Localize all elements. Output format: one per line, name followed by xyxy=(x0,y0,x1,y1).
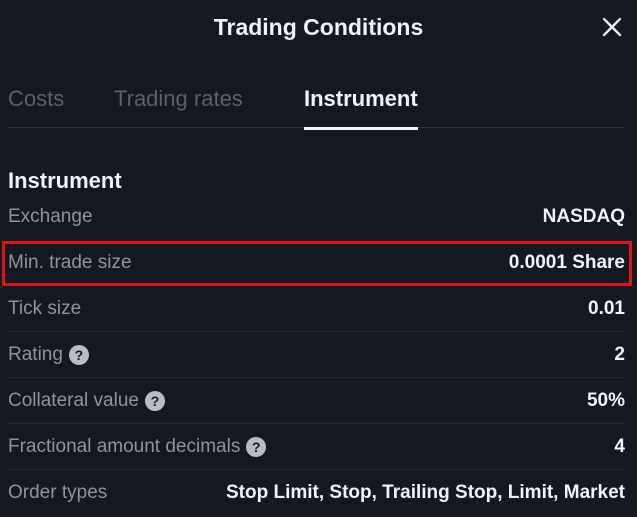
row-label-text: Order types xyxy=(8,482,108,503)
row-value: 2 xyxy=(614,343,625,365)
row-value: 0.0001 Share xyxy=(508,251,625,273)
row-value: Stop Limit, Stop, Trailing Stop, Limit, … xyxy=(225,482,625,503)
row-label-text: Tick size xyxy=(8,297,82,319)
row-order-types: Order types Stop Limit, Stop, Trailing S… xyxy=(8,470,625,516)
row-label-text: Min. trade size xyxy=(8,251,132,273)
row-collateral-value: Collateral value? 50% xyxy=(8,378,625,424)
row-label: Tick size xyxy=(8,298,81,320)
row-label: Exchange xyxy=(8,206,93,228)
section-title: Instrument xyxy=(8,168,122,193)
row-label: Rating? xyxy=(8,344,89,366)
row-min-trade-size: Min. trade size 0.0001 Share xyxy=(8,240,625,286)
row-label-text: Rating xyxy=(8,343,63,365)
row-exchange: Exchange NASDAQ xyxy=(8,194,625,240)
row-label: Min. trade size xyxy=(8,252,132,274)
row-tick-size: Tick size 0.01 xyxy=(8,286,625,332)
row-value: 4 xyxy=(614,435,625,457)
row-value: 0.01 xyxy=(588,297,625,319)
help-icon[interactable]: ? xyxy=(246,436,267,457)
tab-instrument[interactable]: Instrument xyxy=(304,82,418,130)
row-value: NASDAQ xyxy=(542,206,625,227)
row-label: Order types xyxy=(8,482,107,504)
row-fractional-amount-decimals: Fractional amount decimals? 4 xyxy=(8,424,625,470)
dialog-title: Trading Conditions xyxy=(213,14,424,40)
row-label-text: Collateral value xyxy=(8,389,139,411)
tab-trading-rates[interactable]: Trading rates xyxy=(114,82,243,128)
trading-conditions-dialog: Trading Conditions Costs Trading rates I… xyxy=(0,0,637,517)
row-label-text: Fractional amount decimals xyxy=(8,435,241,457)
row-rating: Rating? 2 xyxy=(8,332,625,378)
help-icon[interactable]: ? xyxy=(144,390,165,411)
close-icon[interactable] xyxy=(601,16,623,38)
tab-bar: Costs Trading rates Instrument xyxy=(8,82,625,130)
row-label: Fractional amount decimals? xyxy=(8,435,267,458)
tab-costs[interactable]: Costs xyxy=(8,82,64,128)
row-label-text: Exchange xyxy=(8,206,93,227)
help-icon[interactable]: ? xyxy=(68,344,89,365)
row-value: 50% xyxy=(586,389,625,411)
row-label: Collateral value? xyxy=(8,390,165,412)
